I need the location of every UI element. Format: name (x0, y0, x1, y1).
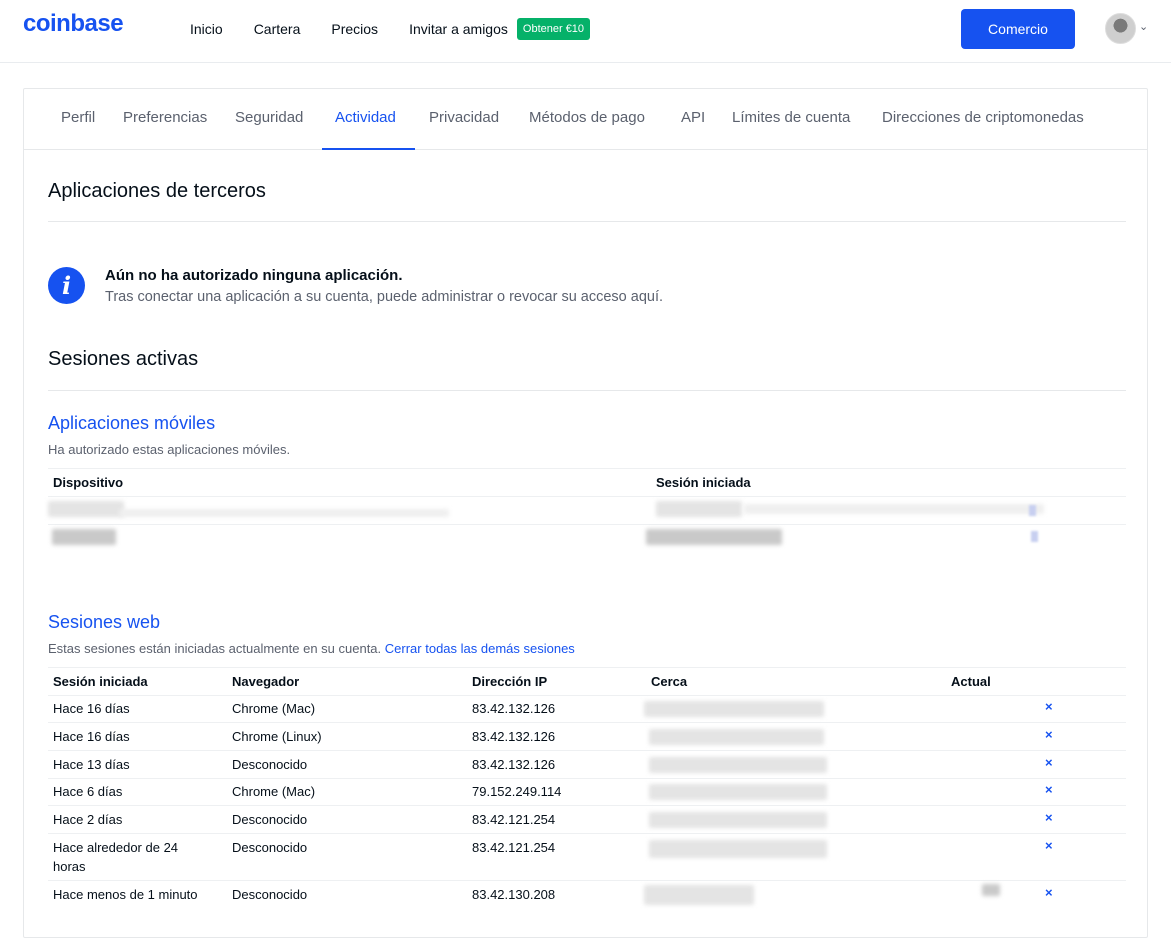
coinbase-logo[interactable]: coinbase (23, 10, 124, 38)
active-sessions-title: Sesiones activas (48, 348, 199, 370)
table-divider (48, 750, 1126, 751)
session-started: Hace menos de 1 minuto (53, 887, 198, 902)
redacted-location (644, 701, 824, 717)
session-browser: Chrome (Mac) (232, 784, 316, 799)
settings-tabs: Perfil Preferencias Seguridad Actividad … (24, 89, 1147, 150)
redacted-location (644, 885, 754, 905)
revoke-session-button[interactable]: × (1045, 810, 1053, 825)
column-header-session-started: Sesión iniciada (656, 475, 751, 490)
table-divider (48, 524, 1126, 525)
session-browser: Desconocido (232, 887, 308, 902)
active-tab-indicator (322, 148, 415, 150)
redacted-text (119, 509, 449, 517)
web-sessions-description-text: Estas sesiones están iniciadas actualmen… (48, 641, 382, 656)
mobile-apps-description: Ha autorizado estas aplicaciones móviles… (48, 442, 291, 457)
session-started: Hace 2 días (53, 812, 123, 827)
revoke-session-button[interactable]: × (1045, 755, 1053, 770)
column-header-current: Actual (951, 674, 991, 689)
column-header-browser: Navegador (232, 674, 300, 689)
trade-button[interactable]: Comercio (961, 9, 1075, 49)
top-navigation: coinbase Inicio Cartera Precios Invitar … (0, 0, 1171, 63)
avatar[interactable] (1105, 13, 1136, 44)
redacted-revoke (1029, 505, 1036, 516)
nav-link-invite[interactable]: Invitar a amigos (409, 20, 508, 38)
table-divider (48, 722, 1126, 723)
session-ip: 79.152.249.114 (472, 784, 562, 799)
table-divider (48, 805, 1126, 806)
session-ip: 83.42.130.208 (472, 887, 556, 902)
table-divider (48, 778, 1126, 779)
info-title: Aún no ha autorizado ninguna aplicación. (105, 267, 403, 284)
tab-account-limits[interactable]: Límites de cuenta (732, 109, 850, 126)
tab-api[interactable]: API (681, 109, 705, 126)
session-ip: 83.42.132.126 (472, 729, 556, 744)
redacted-date (656, 501, 742, 517)
session-started: Hace 13 días (53, 757, 130, 772)
session-started: Hace alrededor de 24 horas (53, 840, 179, 874)
chevron-down-icon[interactable]: ⌄ (1139, 20, 1148, 33)
main-nav: Inicio Cartera Precios Invitar a amigos … (190, 18, 591, 40)
redacted-location (649, 812, 827, 828)
redacted-location (649, 840, 827, 858)
session-started: Hace 16 días (53, 701, 130, 716)
revoke-session-button[interactable]: × (1045, 782, 1053, 797)
promo-badge[interactable]: Obtener €10 (516, 18, 591, 40)
table-divider (48, 833, 1126, 834)
revoke-session-button[interactable]: × (1045, 885, 1053, 900)
session-browser: Chrome (Mac) (232, 701, 316, 716)
session-started: Hace 6 días (53, 784, 123, 799)
redacted-location (649, 757, 827, 773)
tab-activity[interactable]: Actividad (335, 109, 396, 126)
redacted-location (649, 784, 827, 800)
web-sessions-description: Estas sesiones están iniciadas actualmen… (48, 641, 575, 656)
session-started: Hace 16 días (53, 729, 130, 744)
nav-link-portfolio[interactable]: Cartera (254, 20, 301, 38)
info-description: Tras conectar una aplicación a su cuenta… (105, 289, 664, 305)
revoke-session-button[interactable]: × (1045, 838, 1053, 853)
nav-link-home[interactable]: Inicio (190, 20, 223, 38)
session-browser: Desconocido (232, 812, 308, 827)
table-divider (48, 496, 1126, 497)
column-header-ip: Dirección IP (472, 674, 548, 689)
divider (48, 390, 1126, 391)
redacted-date (646, 529, 782, 545)
divider (48, 221, 1126, 222)
redacted-device (48, 501, 124, 517)
redacted-location (649, 729, 824, 745)
redacted-text (744, 504, 1044, 514)
revoke-session-button[interactable]: × (1045, 699, 1053, 714)
web-sessions-title: Sesiones web (48, 612, 161, 632)
table-divider (48, 468, 1126, 469)
column-header-device: Dispositivo (53, 475, 124, 490)
session-browser: Desconocido (232, 840, 308, 855)
close-all-sessions-link[interactable]: Cerrar todas las demás sesiones (385, 641, 575, 656)
session-ip: 83.42.132.126 (472, 701, 556, 716)
session-ip: 83.42.121.254 (472, 812, 556, 827)
session-ip: 83.42.121.254 (472, 840, 556, 855)
session-browser: Chrome (Linux) (232, 729, 322, 744)
tab-profile[interactable]: Perfil (61, 109, 95, 126)
tab-payment-methods[interactable]: Métodos de pago (529, 109, 645, 126)
table-divider (48, 880, 1126, 881)
column-header-session-started: Sesión iniciada (53, 674, 148, 689)
table-divider (48, 695, 1126, 696)
session-browser: Desconocido (232, 757, 308, 772)
table-divider (48, 667, 1126, 668)
third-party-title: Aplicaciones de terceros (48, 180, 266, 202)
tab-privacy[interactable]: Privacidad (429, 109, 499, 126)
tab-preferences[interactable]: Preferencias (123, 109, 207, 126)
nav-link-prices[interactable]: Precios (331, 20, 378, 38)
tab-security[interactable]: Seguridad (235, 109, 303, 126)
revoke-session-button[interactable]: × (1045, 727, 1053, 742)
redacted-revoke (1031, 531, 1038, 542)
tab-crypto-addresses[interactable]: Direcciones de criptomonedas (882, 109, 1084, 126)
settings-card: Perfil Preferencias Seguridad Actividad … (23, 88, 1148, 938)
column-header-near: Cerca (651, 674, 688, 689)
mobile-apps-title: Aplicaciones móviles (48, 413, 216, 433)
redacted-current (982, 884, 1000, 896)
redacted-device (52, 529, 116, 545)
session-ip: 83.42.132.126 (472, 757, 556, 772)
info-icon: i (48, 267, 85, 304)
